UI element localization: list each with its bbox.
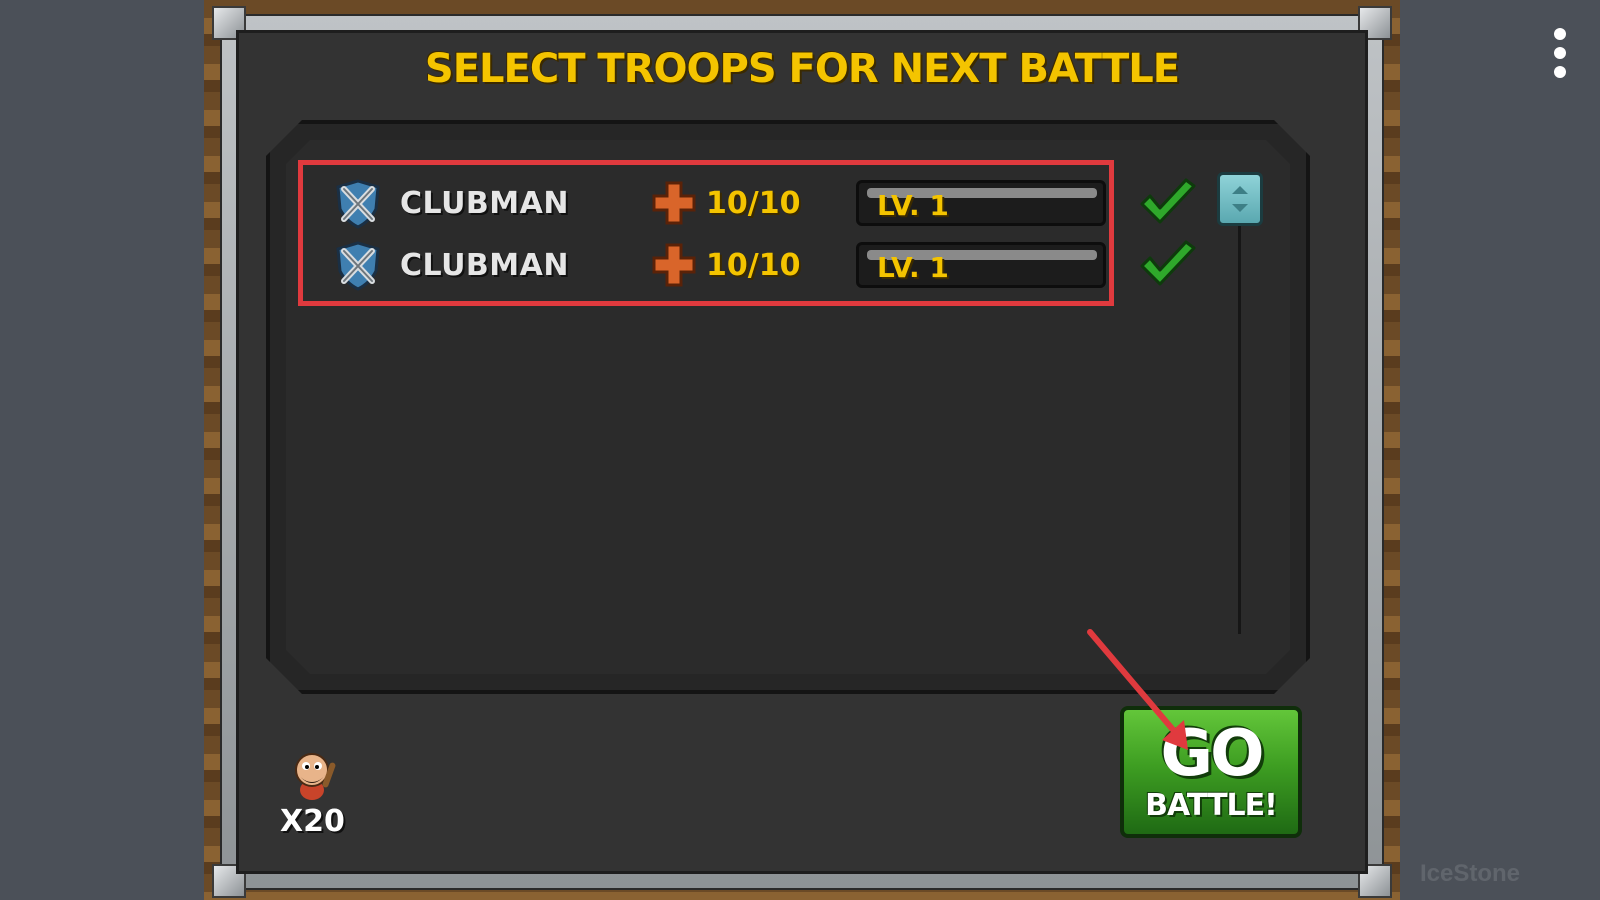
troop-row[interactable]: CLUBMAN 10/10 LV. 1	[330, 236, 1230, 294]
troop-level-bar: LV. 1	[856, 242, 1106, 288]
scrollbar-thumb[interactable]	[1217, 172, 1263, 226]
left-side-area	[0, 0, 204, 900]
check-icon[interactable]	[1138, 178, 1198, 228]
troop-level: LV. 1	[877, 251, 949, 284]
plus-cross-icon	[652, 181, 696, 225]
menu-dot	[1554, 47, 1566, 59]
watermark: IceStone	[1419, 860, 1520, 887]
game-viewport: SELECT TROOPS FOR NEXT BATTLE CLUBMAN 10…	[204, 0, 1400, 900]
dialog-title: SELECT TROOPS FOR NEXT BATTLE	[424, 46, 1180, 92]
check-icon[interactable]	[1138, 240, 1198, 290]
troop-name: CLUBMAN	[400, 185, 569, 221]
go-battle-label-line1: GO	[1160, 717, 1265, 791]
crossed-swords-shield-icon	[336, 179, 380, 229]
crossed-swords-shield-icon	[336, 241, 380, 291]
troop-row[interactable]: CLUBMAN 10/10 LV. 1	[330, 174, 1230, 232]
caveman-icon	[295, 753, 336, 800]
go-battle-button[interactable]: GO BATTLE!	[1120, 706, 1302, 838]
troop-count: 10/10	[706, 247, 801, 283]
scrollbar-track[interactable]	[1238, 184, 1241, 634]
plus-cross-icon	[652, 243, 696, 287]
go-battle-label-line2: BATTLE!	[1145, 788, 1278, 823]
troop-count: 10/10	[706, 185, 801, 221]
right-side-area	[1400, 0, 1600, 900]
menu-dot	[1554, 66, 1566, 78]
troop-level: LV. 1	[877, 189, 949, 222]
reserve-count: X20	[280, 804, 345, 839]
menu-dot	[1554, 28, 1566, 40]
troop-level-bar: LV. 1	[856, 180, 1106, 226]
more-options-button[interactable]	[1550, 28, 1570, 78]
troop-name: CLUBMAN	[400, 247, 569, 283]
scroll-arrows-icon	[1232, 186, 1248, 212]
